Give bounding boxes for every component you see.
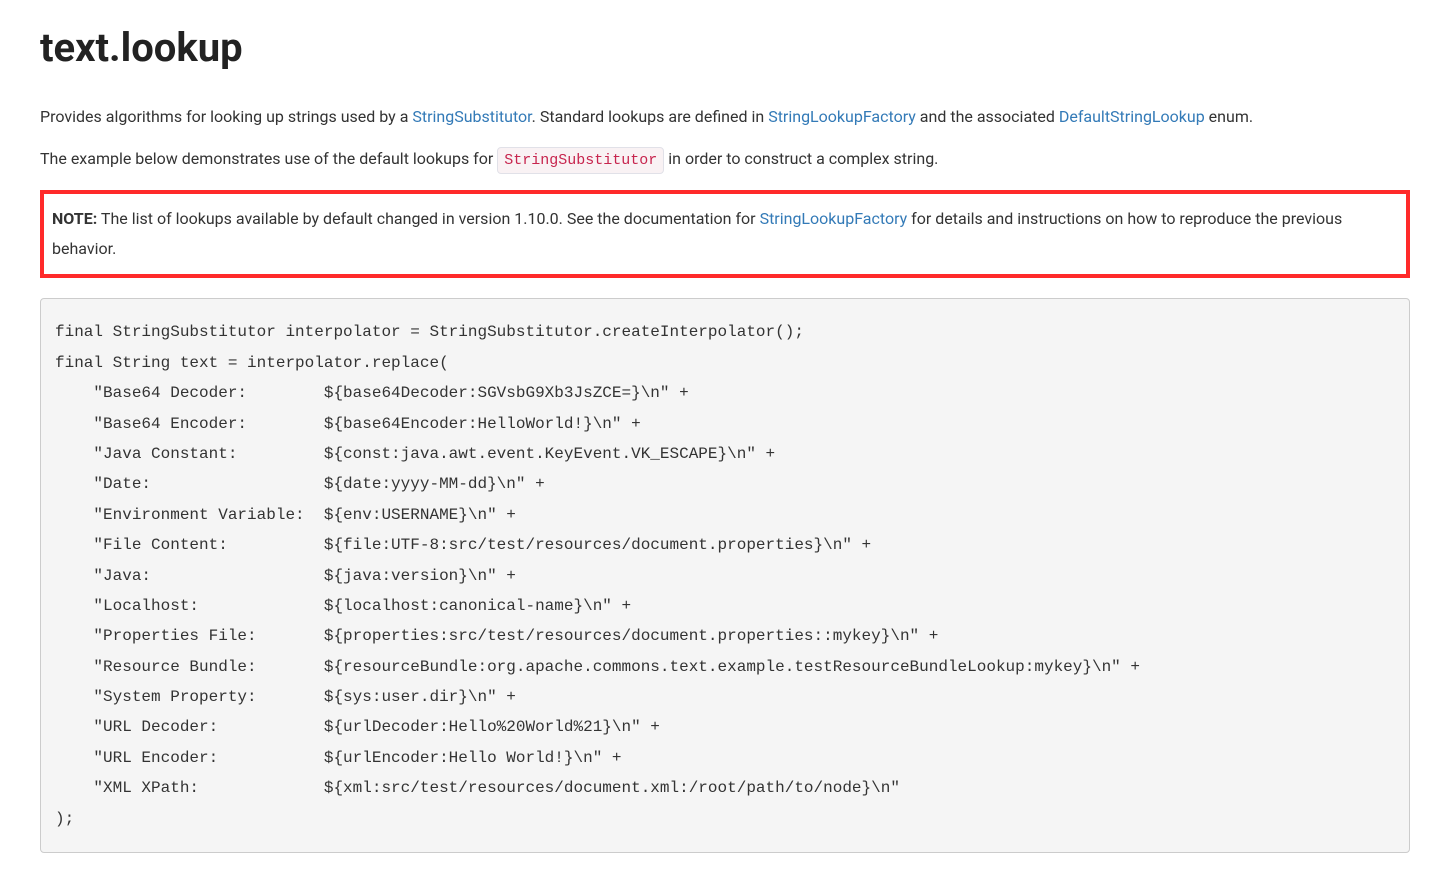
note-label: NOTE: [52,209,97,228]
code-example: final StringSubstitutor interpolator = S… [40,298,1410,853]
intro-text-1: Provides algorithms for looking up strin… [40,107,412,126]
stringsubstitutor-code: StringSubstitutor [497,147,664,174]
page-title: text.lookup [40,16,1410,80]
note-paragraph: NOTE: The list of lookups available by d… [52,204,1398,265]
intro-text-2: . Standard lookups are defined in [532,107,769,126]
note-stringlookupfactory-link[interactable]: StringLookupFactory [760,209,908,228]
stringlookupfactory-link[interactable]: StringLookupFactory [768,107,916,126]
note-box: NOTE: The list of lookups available by d… [40,190,1410,279]
intro-text-3: and the associated [916,107,1059,126]
note-text-1: The list of lookups available by default… [97,209,759,228]
intro-text-4: enum. [1205,107,1253,126]
example-text-2: in order to construct a complex string. [664,149,938,168]
stringsubstitutor-link[interactable]: StringSubstitutor [412,107,531,126]
example-paragraph: The example below demonstrates use of th… [40,146,1410,174]
intro-paragraph: Provides algorithms for looking up strin… [40,104,1410,130]
example-text-1: The example below demonstrates use of th… [40,149,497,168]
defaultstringlookup-link[interactable]: DefaultStringLookup [1059,107,1205,126]
